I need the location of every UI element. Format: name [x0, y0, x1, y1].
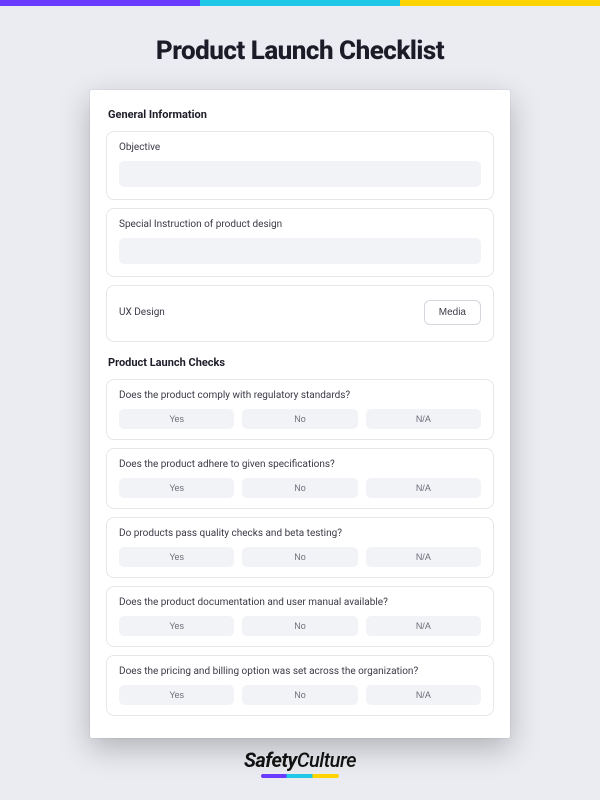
answer-na[interactable]: N/A — [366, 547, 481, 567]
question-card-0: Does the product comply with regulatory … — [106, 379, 494, 440]
brand-top-stripe — [0, 0, 600, 6]
brand-logo-text: SafetyCulture — [244, 748, 356, 772]
question-card-2: Do products pass quality checks and beta… — [106, 517, 494, 578]
answer-na[interactable]: N/A — [366, 478, 481, 498]
question-text: Do products pass quality checks and beta… — [119, 528, 481, 539]
stripe-purple — [0, 0, 200, 6]
answer-na[interactable]: N/A — [366, 616, 481, 636]
brand-part-2: Culture — [297, 748, 356, 772]
special-instruction-input[interactable] — [119, 238, 481, 264]
answer-yes[interactable]: Yes — [119, 547, 234, 567]
question-card-3: Does the product documentation and user … — [106, 586, 494, 647]
field-card-objective: Objective — [106, 131, 494, 200]
stripe-cyan — [200, 0, 400, 6]
question-text: Does the product comply with regulatory … — [119, 390, 481, 401]
answer-no[interactable]: No — [242, 685, 357, 705]
answer-na[interactable]: N/A — [366, 409, 481, 429]
brand-footer: SafetyCulture — [0, 748, 600, 778]
answer-no[interactable]: No — [242, 478, 357, 498]
section-heading-checks: Product Launch Checks — [108, 356, 492, 369]
answer-row: Yes No N/A — [119, 478, 481, 498]
answer-row: Yes No N/A — [119, 409, 481, 429]
answer-no[interactable]: No — [242, 409, 357, 429]
answer-yes[interactable]: Yes — [119, 478, 234, 498]
answer-na[interactable]: N/A — [366, 685, 481, 705]
brand-underline-icon — [261, 774, 339, 778]
checklist-sheet: General Information Objective Special In… — [90, 90, 510, 738]
stripe-yellow — [400, 0, 600, 6]
media-button[interactable]: Media — [424, 300, 481, 325]
question-text: Does the product documentation and user … — [119, 597, 481, 608]
brand-part-1: Safety — [244, 748, 297, 772]
question-card-4: Does the pricing and billing option was … — [106, 655, 494, 716]
answer-yes[interactable]: Yes — [119, 616, 234, 636]
answer-yes[interactable]: Yes — [119, 409, 234, 429]
field-label-ux-design: UX Design — [119, 307, 165, 318]
page-title: Product Launch Checklist — [0, 36, 600, 66]
answer-row: Yes No N/A — [119, 685, 481, 705]
answer-yes[interactable]: Yes — [119, 685, 234, 705]
objective-input[interactable] — [119, 161, 481, 187]
field-label-special-instruction: Special Instruction of product design — [119, 219, 481, 230]
field-card-ux-design: UX Design Media — [106, 285, 494, 342]
question-text: Does the product adhere to given specifi… — [119, 459, 481, 470]
field-label-objective: Objective — [119, 142, 481, 153]
question-card-1: Does the product adhere to given specifi… — [106, 448, 494, 509]
field-card-special-instruction: Special Instruction of product design — [106, 208, 494, 277]
answer-no[interactable]: No — [242, 616, 357, 636]
answer-row: Yes No N/A — [119, 547, 481, 567]
answer-no[interactable]: No — [242, 547, 357, 567]
answer-row: Yes No N/A — [119, 616, 481, 636]
question-text: Does the pricing and billing option was … — [119, 666, 481, 677]
section-heading-general: General Information — [108, 108, 492, 121]
